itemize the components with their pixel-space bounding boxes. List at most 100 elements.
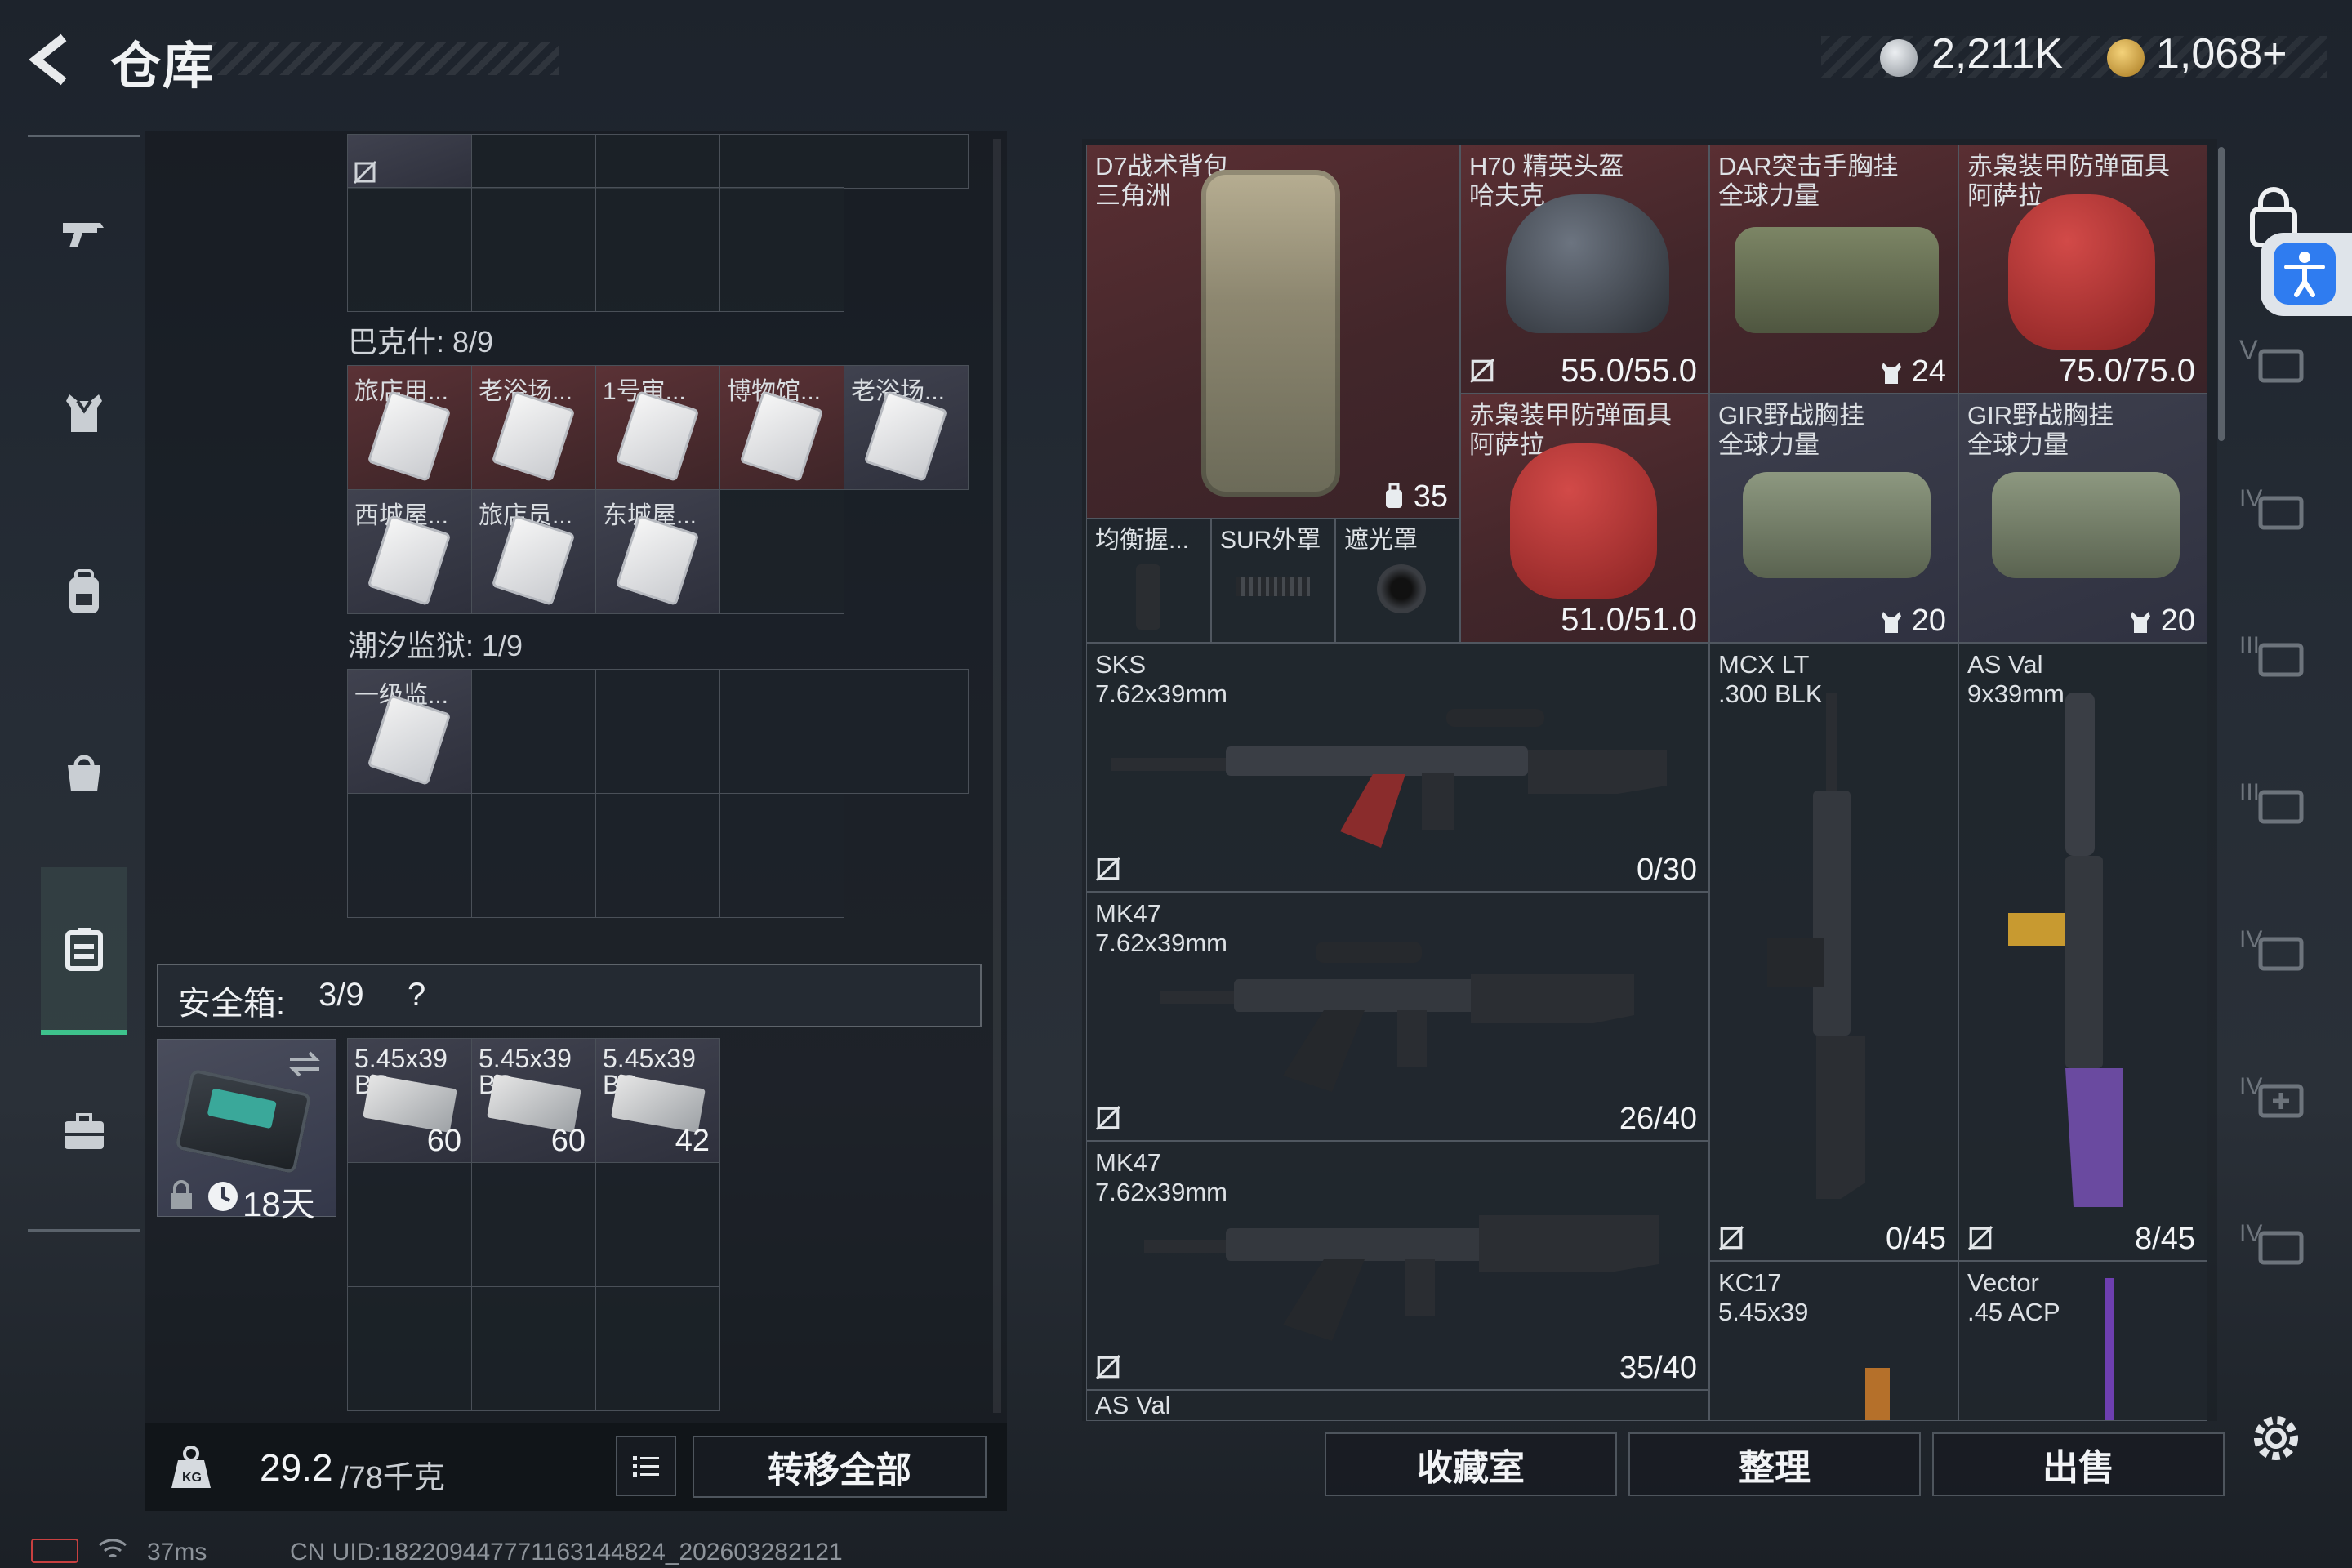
stash-item-kc17[interactable]: KC17 5.45x39	[1709, 1261, 1958, 1421]
nav-stash[interactable]	[41, 867, 127, 1035]
grid-cell[interactable]	[844, 669, 969, 794]
stash-item-vector[interactable]: Vector .45 ACP	[1958, 1261, 2207, 1421]
nav-bag[interactable]	[41, 694, 127, 849]
nav-weapons[interactable]	[41, 155, 127, 310]
stash-tab-v-icon[interactable]: V	[2238, 327, 2311, 392]
stash-scrollbar[interactable]	[2218, 147, 2225, 441]
grid-cell[interactable]	[471, 793, 596, 918]
key-card-item[interactable]: 旅店员...	[471, 489, 596, 614]
grid-cell[interactable]	[595, 134, 720, 189]
grid-cell[interactable]	[719, 489, 844, 614]
rig-image	[1743, 472, 1931, 578]
container-icon	[65, 927, 103, 971]
nav-briefcase[interactable]	[41, 1054, 127, 1209]
stash-item-backpack[interactable]: D7战术背包 三角洲 35	[1086, 145, 1460, 519]
stash-tab-iv-c-icon[interactable]: IV	[2238, 1209, 2311, 1274]
key-card-item[interactable]: 旅店用...	[347, 365, 472, 490]
key-card-item[interactable]: 西城屋...	[347, 489, 472, 614]
stash-item-gir-rig-2[interactable]: GIR野战胸挂 全球力量 20	[1958, 394, 2207, 643]
grid-cell[interactable]	[471, 134, 596, 189]
stash-tab-iv-icon[interactable]: IV	[2238, 474, 2311, 539]
svg-text:III: III	[2239, 779, 2260, 806]
stash-item-helmet[interactable]: H70 精英头盔 哈夫克 55.0/55.0	[1460, 145, 1709, 394]
grid-cell[interactable]	[347, 134, 472, 189]
stash-item-mk47-2[interactable]: MK47 7.62x39mm 35/40	[1086, 1141, 1709, 1390]
stash-tab-iv-b-icon[interactable]: IV	[2238, 915, 2311, 980]
ammo-item[interactable]: 5.45x39BS42	[595, 1038, 720, 1163]
stash-tab-iii-b-icon[interactable]: III	[2238, 768, 2311, 833]
stash-tab-iv-add-icon[interactable]: IV	[2238, 1062, 2311, 1127]
stash-item-sunshade[interactable]: 遮光罩	[1335, 519, 1460, 643]
help-icon[interactable]: ?	[408, 977, 425, 1013]
swap-icon[interactable]	[287, 1048, 323, 1080]
grid-cell[interactable]	[347, 187, 472, 312]
grid-cell[interactable]	[471, 1286, 596, 1411]
gold-currency-value[interactable]: 1,068+	[2156, 29, 2287, 78]
no-insure-icon	[1096, 1355, 1120, 1379]
rifle-vertical-image	[1767, 693, 1865, 1199]
list-view-button[interactable]	[616, 1436, 676, 1496]
grid-cell[interactable]	[595, 187, 720, 312]
settings-gear-icon[interactable]	[2247, 1410, 2305, 1467]
grid-cell[interactable]	[719, 669, 844, 794]
key-card-item[interactable]: 老浴场...	[471, 365, 596, 490]
stash-item-mask-2[interactable]: 赤枭装甲防弹面具 阿萨拉 51.0/51.0	[1460, 394, 1709, 643]
sunshade-image	[1377, 564, 1426, 613]
stash-tab-iii-icon[interactable]: III	[2238, 621, 2311, 686]
transfer-all-button[interactable]: 转移全部	[693, 1436, 987, 1498]
grid-cell[interactable]	[595, 1162, 720, 1287]
rifle-image	[1144, 1215, 1659, 1341]
key-card-item[interactable]: 博物馆...	[719, 365, 844, 490]
grid-cell[interactable]	[719, 187, 844, 312]
safebox-grid: 5.45x39BS60 5.45x39BS60 5.45x39BS42	[347, 1038, 720, 1411]
weight-max: /78千克	[340, 1461, 445, 1495]
svg-text:III: III	[2239, 632, 2260, 659]
safebox-item[interactable]: 18天	[157, 1039, 336, 1223]
stash-item-sks[interactable]: SKS 7.62x39mm 0/30	[1086, 643, 1709, 892]
stash-item-mask-1[interactable]: 赤枭装甲防弹面具 阿萨拉 75.0/75.0	[1958, 145, 2207, 394]
grid-cell[interactable]	[595, 669, 720, 794]
stash-item-dar-rig[interactable]: DAR突击手胸挂 全球力量 24	[1709, 145, 1958, 394]
nav-backpack[interactable]	[41, 514, 127, 670]
grid-cell[interactable]	[471, 187, 596, 312]
grid-cell[interactable]	[347, 793, 472, 918]
key-card-item[interactable]: 东城屋...	[595, 489, 720, 614]
key-card-item[interactable]: 老浴场...	[844, 365, 969, 490]
smg-vertical-image	[2105, 1278, 2114, 1420]
grid-cell[interactable]	[471, 669, 596, 794]
accessibility-icon	[2274, 243, 2336, 305]
item-capacity: 24	[1911, 354, 1946, 389]
grid-cell[interactable]	[719, 134, 844, 189]
grid-cell[interactable]	[719, 793, 844, 918]
grid-cell[interactable]	[844, 134, 969, 189]
sort-button[interactable]: 整理	[1628, 1432, 1921, 1496]
svg-text:V: V	[2239, 335, 2258, 366]
ammo-item[interactable]: 5.45x39BS60	[347, 1038, 472, 1163]
item-name: DAR突击手胸挂 全球力量	[1718, 152, 1899, 210]
grid-cell[interactable]	[347, 1162, 472, 1287]
grid-cell[interactable]	[471, 1162, 596, 1287]
clock-icon	[208, 1182, 238, 1211]
grid-cell[interactable]	[347, 1286, 472, 1411]
stash-item-asval[interactable]: AS Val 9x39mm 8/45	[1958, 643, 2207, 1261]
collection-room-button[interactable]: 收藏室	[1325, 1432, 1617, 1496]
rifle-image	[1160, 942, 1634, 1092]
key-card-item[interactable]: 1号审...	[595, 365, 720, 490]
stash-item-mcx[interactable]: MCX LT .300 BLK 0/45	[1709, 643, 1958, 1261]
sell-button[interactable]: 出售	[1932, 1432, 2225, 1496]
nav-armor[interactable]	[41, 335, 127, 490]
stash-item-grip[interactable]: 均衡握...	[1086, 519, 1211, 643]
accessibility-button[interactable]	[2261, 233, 2352, 316]
back-arrow-icon[interactable]	[24, 31, 82, 88]
stash-item-gir-rig-1[interactable]: GIR野战胸挂 全球力量 20	[1709, 394, 1958, 643]
inventory-scrollbar[interactable]	[993, 139, 1001, 1413]
stash-item-sur-cover[interactable]: SUR外罩	[1211, 519, 1335, 643]
rifle-vertical-image	[2008, 693, 2123, 1207]
ammo-item[interactable]: 5.45x39BS60	[471, 1038, 596, 1163]
key-card-item[interactable]: 一级监...	[347, 669, 472, 794]
grid-cell[interactable]	[595, 793, 720, 918]
item-durability: 51.0/51.0	[1561, 602, 1697, 638]
stash-item-mk47-1[interactable]: MK47 7.62x39mm 26/40	[1086, 892, 1709, 1141]
grid-cell[interactable]	[595, 1286, 720, 1411]
stash-item-asval-2[interactable]: AS Val	[1086, 1390, 1709, 1421]
